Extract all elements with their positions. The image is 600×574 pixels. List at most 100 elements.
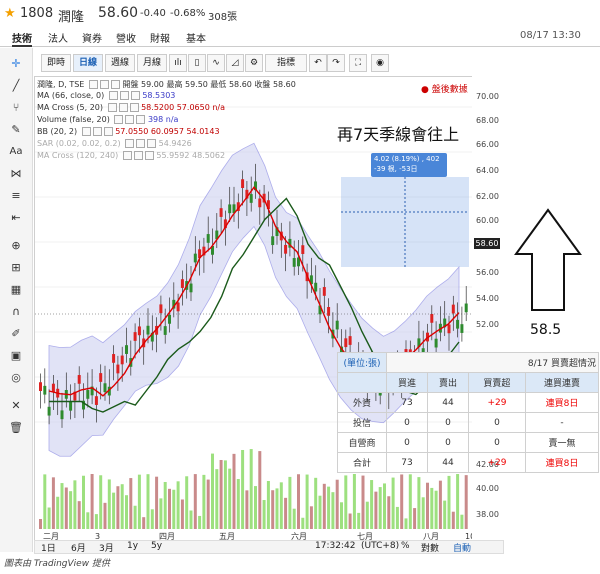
star-icon[interactable]: ★ (4, 6, 16, 21)
line-style-icon[interactable]: ∿ (207, 54, 225, 72)
indicator-label: 指標 (276, 58, 295, 68)
fork-icon[interactable]: ⑂ (8, 100, 24, 116)
volume-bar (434, 490, 438, 529)
legend-toggle[interactable] (88, 80, 98, 89)
legend-toggle[interactable] (99, 80, 109, 89)
legend-toggle[interactable] (130, 91, 140, 100)
redo-icon[interactable]: ↷ (327, 54, 345, 72)
legend-toggle[interactable] (129, 103, 139, 112)
tab-technical[interactable]: 技術 (12, 30, 32, 47)
volume-bar (387, 496, 391, 529)
tab-revenue[interactable]: 營收 (116, 30, 136, 45)
table-header: 買賣超 (467, 372, 526, 393)
legend-label: MA Cross (120, 240) (37, 151, 119, 160)
axis-tick-label: 62.00 (476, 192, 499, 201)
camera-icon[interactable]: ◉ (371, 54, 389, 72)
legend-toggle[interactable] (107, 103, 117, 112)
legend-toggle[interactable] (125, 139, 135, 148)
pattern-icon[interactable]: ⋈ (8, 166, 24, 182)
area-style-icon[interactable]: ◿ (226, 54, 244, 72)
volume-bar (254, 486, 257, 529)
volume-bar (365, 501, 369, 529)
market-data-link[interactable]: ● 盤後數據 (421, 82, 468, 95)
bar-style-icon[interactable]: ılı (169, 54, 187, 72)
ruler-icon[interactable]: ▦ (8, 282, 24, 298)
lock-icon[interactable]: ▣ (8, 348, 24, 364)
log-toggle[interactable]: 對數 (421, 541, 439, 554)
volume-bar (352, 474, 356, 529)
institutional-table: (單位:張) 8/17 買賣超情況 買進 賣出 買賣超 連買連賣 外資 73 4… (337, 352, 600, 473)
period-6m[interactable]: 6月 (71, 541, 86, 554)
weekly-button[interactable]: 週線 (105, 54, 135, 72)
percent-toggle[interactable]: % (401, 541, 410, 551)
legend-toggle[interactable] (114, 115, 124, 124)
period-1y[interactable]: 1y (127, 541, 138, 551)
up-arrow-icon (514, 208, 582, 311)
text-tool-icon[interactable]: Aa (8, 144, 24, 160)
legend-toggle[interactable] (81, 127, 91, 136)
legend-toggle[interactable] (118, 103, 128, 112)
settings-gear-icon[interactable]: ⚙ (245, 54, 263, 72)
auto-toggle[interactable]: 自動 (453, 541, 471, 554)
pencil-icon[interactable]: ✐ (8, 326, 24, 342)
volume-bar (258, 451, 262, 529)
legend-value: 398 n/a (147, 115, 179, 124)
arrow-left-icon[interactable]: ⇤ (8, 210, 24, 226)
volume-bar (56, 496, 60, 529)
tab-margin[interactable]: 資券 (82, 30, 102, 45)
legend-value: 55.9592 48.5062 (156, 151, 226, 160)
zoom-icon[interactable]: ⊕ (8, 238, 24, 254)
trash-icon[interactable]: 🗑 (8, 420, 24, 436)
legend-toggle[interactable] (119, 91, 129, 100)
period-3m[interactable]: 3月 (99, 541, 114, 554)
axis-tick-label: 64.00 (476, 166, 499, 175)
trend-line-icon[interactable]: ╱ (8, 78, 24, 94)
candle-body (322, 287, 326, 296)
legend-toggle[interactable] (136, 139, 146, 148)
measure-icon[interactable]: ⊞ (8, 260, 24, 276)
candle-body (120, 355, 124, 365)
monthly-button[interactable]: 月線 (137, 54, 167, 72)
period-1d[interactable]: 1日 (41, 541, 56, 554)
quote-header: ★ 1808 潤隆 58.60 -0.40 -0.68% 308張 (0, 0, 600, 28)
indicator-button[interactable]: 指標 (265, 54, 307, 72)
volume-bar (456, 474, 460, 529)
candle-body (60, 410, 64, 420)
volume-bar (331, 492, 335, 529)
timezone[interactable]: (UTC+8) (361, 541, 399, 551)
volume-bar (421, 497, 425, 529)
stock-price: 58.60 (98, 5, 139, 21)
legend-toggle[interactable] (136, 115, 146, 124)
brush-icon[interactable]: ✎ (8, 122, 24, 138)
fib-icon[interactable]: ≡ (8, 188, 24, 204)
candle-style-icon[interactable]: ▯ (188, 54, 206, 72)
tab-basic[interactable]: 基本 (186, 30, 206, 45)
eye-off-icon[interactable]: ◎ (8, 370, 24, 386)
period-5y[interactable]: 5y (151, 541, 162, 551)
undo-icon[interactable]: ↶ (309, 54, 327, 72)
legend-toggle[interactable] (103, 127, 113, 136)
volume-bar (322, 483, 326, 529)
legend-toggle[interactable] (108, 91, 118, 100)
legend-toggle[interactable] (122, 151, 132, 160)
legend-toggle[interactable] (110, 80, 120, 89)
fullscreen-icon[interactable]: ⛶ (349, 54, 367, 72)
daily-button[interactable]: 日線 (73, 54, 103, 72)
magnet-icon[interactable]: ∩ (8, 304, 24, 320)
legend-toggle[interactable] (125, 115, 135, 124)
legend-toggle[interactable] (92, 127, 102, 136)
intraday-button[interactable]: 即時 (41, 54, 71, 72)
volume-bar (413, 508, 417, 529)
tools-icon[interactable]: ✕ (8, 398, 24, 414)
candle-body (99, 373, 103, 382)
legend-toggle[interactable] (133, 151, 143, 160)
tab-institutional[interactable]: 法人 (48, 30, 68, 45)
tab-financial[interactable]: 財報 (150, 30, 170, 45)
volume-bar (297, 474, 300, 529)
row-streak: 連買8日 (524, 452, 600, 473)
legend-toggle[interactable] (144, 151, 154, 160)
legend-toggle[interactable] (147, 139, 157, 148)
volume-bar (232, 453, 236, 529)
crosshair-icon[interactable]: ✛ (8, 56, 24, 72)
row-buy: 73 (386, 452, 428, 473)
